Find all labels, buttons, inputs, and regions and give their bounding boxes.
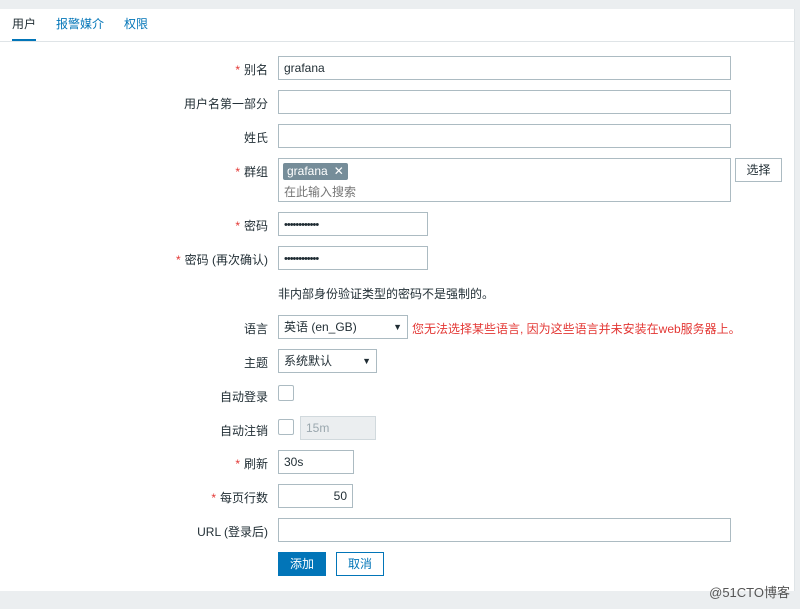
groups-search-input[interactable] <box>284 183 684 201</box>
password-confirm-label-text: 密码 (再次确认) <box>184 253 268 267</box>
language-warning: 您无法选择某些语言, 因为这些语言并未安装在web服务器上。 <box>412 322 741 336</box>
name-input[interactable] <box>278 90 731 114</box>
password-confirm-label: * 密码 (再次确认) <box>68 251 268 268</box>
add-button[interactable]: 添加 <box>278 552 326 576</box>
required-asterisk: * <box>176 253 181 267</box>
required-asterisk: * <box>235 219 240 233</box>
theme-label: 主题 <box>243 356 268 370</box>
dropdown-arrow-icon: ▼ <box>362 356 371 366</box>
tab-bar: 用户 报警媒介 权限 <box>0 9 795 42</box>
url-input[interactable] <box>278 518 731 542</box>
cancel-button[interactable]: 取消 <box>336 552 384 576</box>
autologout-label: 自动注销 <box>219 424 268 438</box>
language-select[interactable]: 英语 (en_GB) ▼ <box>278 315 408 339</box>
rows-per-page-input[interactable] <box>278 484 353 508</box>
password-mask: •••••••••••• <box>284 219 319 231</box>
watermark: @51CTO博客 <box>709 585 790 600</box>
surname-input[interactable] <box>278 124 731 148</box>
group-chip-label: grafana <box>287 164 328 178</box>
groups-multiselect[interactable]: grafana ✕ <box>278 158 731 202</box>
user-form-panel: 用户 报警媒介 权限 *别名 用户名第一部分 姓氏 *群组 grafana✕ 选… <box>0 9 795 591</box>
bottom-strip <box>0 591 800 609</box>
groups-label: * 群组 <box>68 163 268 180</box>
tab-media[interactable]: 报警媒介 <box>56 16 104 40</box>
autologin-label: 自动登录 <box>219 390 268 404</box>
theme-select[interactable]: 系统默认 ▼ <box>278 349 377 373</box>
name-label: 用户名第一部分 <box>183 97 268 111</box>
autologin-checkbox[interactable] <box>278 385 294 401</box>
password-label: * 密码 <box>68 217 268 234</box>
required-asterisk: * <box>235 63 240 77</box>
refresh-label: * 刷新 <box>68 455 268 472</box>
alias-label: * 别名 <box>68 61 268 78</box>
dropdown-arrow-icon: ▼ <box>393 322 402 332</box>
required-asterisk: * <box>235 165 240 179</box>
top-strip <box>0 0 800 9</box>
required-asterisk: * <box>211 491 216 505</box>
alias-input[interactable] <box>278 56 731 80</box>
select-groups-button[interactable]: 选择 <box>735 158 782 182</box>
remove-chip-icon[interactable]: ✕ <box>334 164 344 178</box>
rows-per-page-label-text: 每页行数 <box>219 491 268 505</box>
group-chip: grafana ✕ <box>283 163 348 180</box>
password-hint: 非内部身份验证类型的密码不是强制的。 <box>278 287 495 301</box>
password-label-text: 密码 <box>243 219 268 233</box>
autologout-input <box>300 416 376 440</box>
refresh-input[interactable] <box>278 450 354 474</box>
url-label: URL (登录后) <box>197 525 268 539</box>
rows-per-page-label: * 每页行数 <box>68 489 268 506</box>
refresh-label-text: 刷新 <box>243 457 268 471</box>
password-confirm-mask: •••••••••••• <box>284 253 319 265</box>
language-value: 英语 (en_GB) <box>284 320 357 334</box>
tab-permissions[interactable]: 权限 <box>124 16 148 40</box>
alias-label-text: 别名 <box>243 63 268 77</box>
surname-label: 姓氏 <box>243 131 268 145</box>
groups-label-text: 群组 <box>243 165 268 179</box>
autologout-checkbox[interactable] <box>278 419 294 435</box>
password-input[interactable]: •••••••••••• <box>278 212 428 236</box>
theme-value: 系统默认 <box>284 354 333 368</box>
tab-user[interactable]: 用户 <box>12 16 37 41</box>
password-confirm-input[interactable]: •••••••••••• <box>278 246 428 270</box>
required-asterisk: * <box>235 457 240 471</box>
language-label: 语言 <box>243 322 268 336</box>
